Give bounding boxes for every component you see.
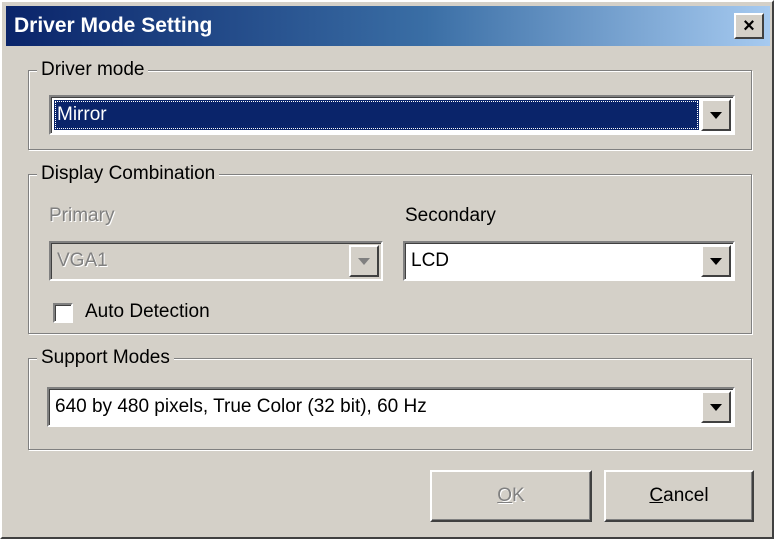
ok-label-rest: K xyxy=(512,485,525,506)
driver-mode-legend: Driver mode xyxy=(37,59,149,81)
driver-mode-select[interactable]: Mirror xyxy=(49,95,735,135)
primary-select: VGA1 xyxy=(49,241,383,281)
driver-mode-dropdown-button[interactable] xyxy=(701,99,731,131)
secondary-select[interactable]: LCD xyxy=(403,241,735,281)
dialog-title: Driver Mode Setting xyxy=(14,14,213,37)
support-modes-legend: Support Modes xyxy=(37,347,174,369)
secondary-value: LCD xyxy=(411,250,450,271)
primary-label: Primary xyxy=(49,205,115,226)
secondary-dropdown-button[interactable] xyxy=(701,245,731,277)
close-icon: × xyxy=(743,15,755,37)
chevron-down-icon xyxy=(710,111,722,119)
driver-mode-group: Driver mode Mirror xyxy=(28,59,752,150)
support-modes-select[interactable]: 640 by 480 pixels, True Color (32 bit), … xyxy=(47,387,735,427)
close-button[interactable]: × xyxy=(734,13,764,39)
ok-mnemonic: O xyxy=(497,485,513,506)
chevron-down-icon xyxy=(710,403,722,411)
driver-mode-dialog: Driver Mode Setting × Driver mode Mirror… xyxy=(0,0,774,539)
chevron-down-icon xyxy=(710,257,722,265)
cancel-button[interactable]: Cancel xyxy=(604,470,754,522)
driver-mode-value: Mirror xyxy=(54,100,699,130)
cancel-mnemonic: C xyxy=(649,485,664,506)
auto-detection-label[interactable]: Auto Detection xyxy=(85,301,210,323)
display-combination-legend: Display Combination xyxy=(37,163,220,185)
support-modes-dropdown-button[interactable] xyxy=(701,391,731,423)
cancel-label-rest: ancel xyxy=(663,485,709,506)
chevron-down-icon xyxy=(358,257,370,265)
auto-detection-checkbox[interactable] xyxy=(53,303,73,323)
support-modes-group: Support Modes 640 by 480 pixels, True Co… xyxy=(28,347,752,450)
ok-button: OK xyxy=(430,470,592,522)
primary-dropdown-button xyxy=(349,245,379,277)
primary-value: VGA1 xyxy=(57,250,108,271)
support-modes-value: 640 by 480 pixels, True Color (32 bit), … xyxy=(55,396,427,417)
secondary-label: Secondary xyxy=(405,205,496,226)
title-bar[interactable]: Driver Mode Setting × xyxy=(6,6,770,46)
display-combination-group: Display Combination Primary VGA1 Seconda… xyxy=(28,163,752,334)
